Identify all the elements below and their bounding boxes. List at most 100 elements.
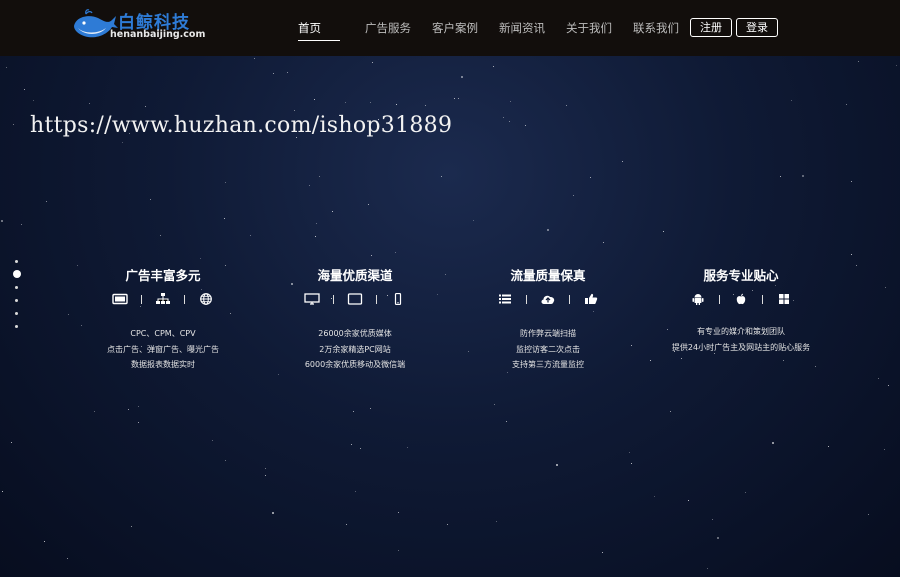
star	[294, 110, 295, 111]
feature-title: 流量质量保真	[510, 268, 586, 283]
star	[67, 558, 68, 559]
feature-rich-ads: 广告丰富多元 CPC、CPM、CPV 点击广告、弹窗广告、曝光广告 数据报表数据…	[73, 265, 253, 373]
star	[370, 102, 371, 103]
nav-item-ad-services[interactable]: 广告服务	[365, 20, 411, 36]
register-button[interactable]: 注册	[690, 18, 732, 37]
star	[355, 491, 356, 492]
side-nav-dot-active[interactable]	[13, 270, 21, 278]
star	[856, 265, 857, 266]
side-nav-dot[interactable]	[15, 312, 18, 315]
star	[681, 358, 682, 359]
windows-icon	[779, 294, 789, 304]
star	[441, 176, 442, 177]
star	[315, 236, 316, 237]
feature-icons	[651, 292, 831, 306]
star	[395, 252, 396, 253]
star	[885, 287, 886, 288]
star	[160, 235, 161, 236]
login-button[interactable]: 登录	[736, 18, 778, 37]
feature-description: 防作弊云端扫描 监控访客二次点击 支持第三方流量监控	[458, 326, 638, 373]
star	[447, 524, 448, 525]
star	[631, 463, 632, 464]
star	[145, 106, 146, 107]
feature-title: 服务专业贴心	[703, 268, 779, 283]
feature-channels: 海量优质渠道 26000余家优质媒体 2万余家精选PC网站 6000余家优质移动…	[265, 265, 445, 373]
nav-item-home[interactable]: 首页	[298, 20, 321, 36]
star	[888, 385, 889, 386]
star	[868, 514, 869, 515]
logo-text-en: henanbaijing.com	[110, 29, 206, 40]
star	[287, 72, 288, 73]
star	[13, 124, 14, 125]
star	[273, 73, 274, 74]
star	[131, 526, 132, 527]
star	[496, 521, 497, 522]
globe-icon	[200, 293, 212, 305]
nav-item-cases[interactable]: 客户案例	[432, 20, 478, 36]
icon-separator	[719, 294, 720, 304]
star	[128, 409, 129, 410]
star	[278, 374, 279, 375]
feature-title: 广告丰富多元	[125, 268, 201, 283]
side-nav-dot[interactable]	[15, 286, 18, 289]
feature-line: 防作弊云端扫描	[520, 329, 576, 338]
star	[2, 491, 3, 492]
list-icon	[499, 294, 511, 304]
nav-item-contact[interactable]: 联系我们	[633, 20, 679, 36]
star	[828, 446, 829, 447]
nav-item-about[interactable]: 关于我们	[566, 20, 612, 36]
star	[68, 314, 69, 315]
star	[370, 408, 371, 409]
icon-separator	[333, 294, 334, 304]
star	[896, 65, 897, 66]
star	[503, 117, 504, 118]
star	[783, 360, 784, 361]
feature-description: 有专业的媒介和策划团队 提供24小时广告主及网站主的贴心服务	[651, 324, 831, 355]
logo[interactable]: 白鲸科技 henanbaijing.com	[72, 8, 206, 44]
android-icon	[692, 294, 704, 305]
side-nav-dot[interactable]	[15, 260, 18, 263]
side-nav-dot[interactable]	[15, 299, 18, 302]
feature-icons	[458, 292, 638, 306]
star	[510, 101, 511, 102]
icon-separator	[526, 294, 527, 304]
star	[590, 177, 591, 178]
star	[622, 161, 623, 162]
nav-item-news[interactable]: 新闻资讯	[499, 20, 545, 36]
star	[94, 411, 95, 412]
header: 白鲸科技 henanbaijing.com 首页 广告服务 客户案例 新闻资讯 …	[0, 0, 900, 56]
feature-line: 有专业的媒介和策划团队	[697, 327, 785, 336]
cloud-upload-icon	[541, 295, 555, 304]
feature-line: CPC、CPM、CPV	[130, 329, 196, 338]
feature-line: 支持第三方流量监控	[512, 360, 584, 369]
star	[509, 121, 510, 122]
star	[745, 492, 746, 493]
icon-separator	[141, 294, 142, 304]
star	[707, 568, 708, 569]
watermark-url: https://www.huzhan.com/ishop31889	[30, 113, 453, 138]
feature-line: 点击广告、弹窗广告、曝光广告	[107, 344, 219, 354]
star	[525, 125, 526, 126]
star	[815, 366, 816, 367]
star	[566, 105, 567, 106]
star	[802, 175, 804, 177]
star	[138, 422, 139, 423]
star	[372, 62, 373, 63]
star	[353, 411, 354, 412]
star	[314, 99, 315, 100]
feature-line: 监控访客二次点击	[516, 344, 580, 354]
star	[212, 440, 213, 441]
star	[629, 452, 630, 453]
star	[650, 360, 651, 361]
tablet-icon	[112, 293, 128, 305]
side-nav-dot[interactable]	[15, 325, 18, 328]
star	[670, 411, 671, 412]
star	[24, 89, 25, 90]
star	[224, 218, 225, 219]
star	[603, 242, 604, 243]
star	[138, 406, 139, 407]
star	[556, 464, 558, 466]
star	[371, 255, 372, 256]
icon-separator	[376, 294, 377, 304]
star	[46, 201, 47, 202]
